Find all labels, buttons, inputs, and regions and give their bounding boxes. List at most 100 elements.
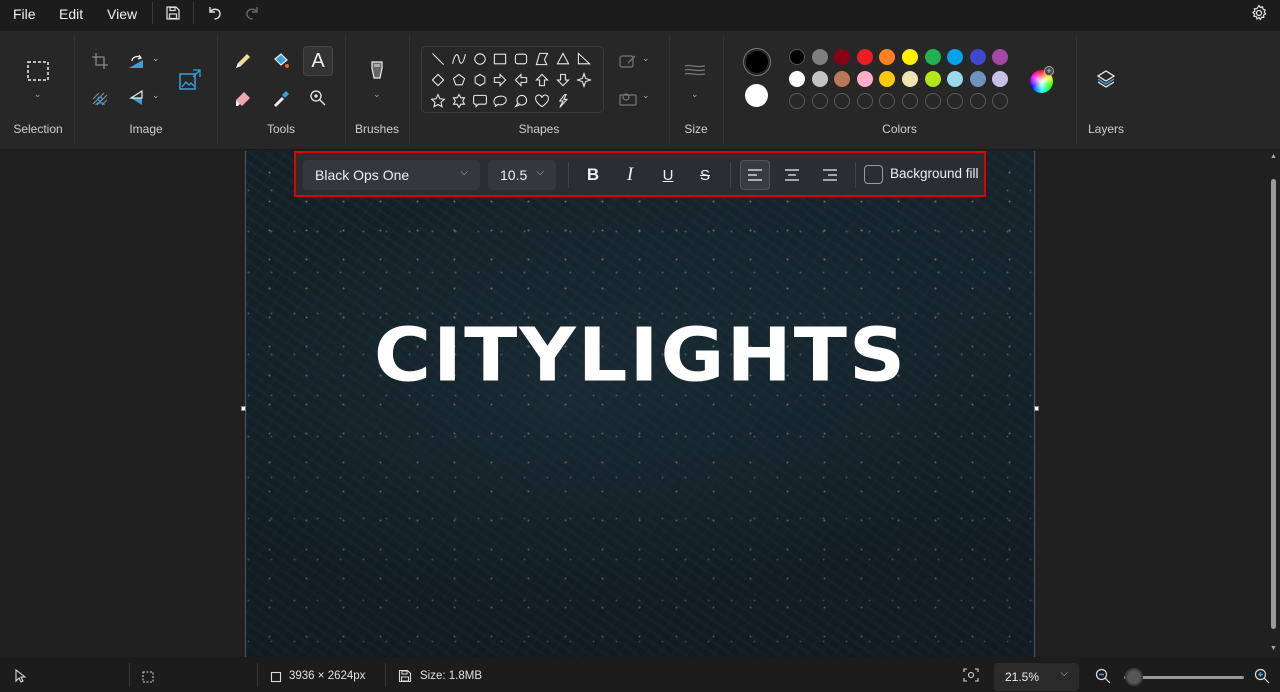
scroll-up-arrow[interactable]: ▲ [1270,153,1277,160]
hexagon-shape-icon[interactable] [470,70,490,90]
custom-color-slot[interactable] [902,93,918,109]
color-wheel-icon[interactable]: + [1030,66,1054,93]
eraser-icon[interactable] [228,83,258,113]
cloud-callout-shape-icon[interactable] [511,91,531,111]
rounded-callout-shape-icon[interactable] [470,91,490,111]
align-right-button[interactable] [815,160,845,190]
left-arrow-shape-icon[interactable] [511,70,531,90]
resize-handle-left[interactable] [241,406,246,411]
color-swatch[interactable] [969,71,986,87]
color-swatch[interactable] [902,71,918,87]
custom-color-slot[interactable] [879,93,896,109]
italic-button[interactable]: I [615,160,645,190]
layers-icon[interactable] [1091,64,1121,94]
custom-color-slot[interactable] [969,93,986,109]
curve-shape-icon[interactable] [449,49,469,69]
bold-button[interactable]: B [578,160,608,190]
right-arrow-shape-icon[interactable] [490,70,510,90]
save-icon[interactable] [161,2,185,24]
right-triangle-shape-icon[interactable] [574,49,594,69]
custom-color-slot[interactable] [834,93,851,109]
align-left-button[interactable] [740,160,770,190]
menu-view[interactable]: View [107,4,137,24]
line-shape-icon[interactable] [428,49,448,69]
zoom-level-dropdown[interactable]: 21.5% ⌵ [994,663,1079,691]
rotate-icon[interactable] [122,46,152,76]
color-swatch[interactable] [924,71,941,87]
magnifier-icon[interactable] [303,83,333,113]
redo-icon[interactable] [240,2,264,24]
resize-image-icon[interactable] [175,65,205,95]
chevron-down-icon[interactable]: ⌄ [152,90,160,101]
secondary-color-button[interactable] [745,84,768,107]
color-swatch[interactable] [947,71,964,87]
color-swatch[interactable] [879,71,896,87]
undo-icon[interactable] [203,2,227,24]
lightning-shape-icon[interactable] [553,91,573,111]
color-swatch[interactable] [924,49,941,65]
chevron-down-icon[interactable]: ⌄ [152,53,160,64]
stroke-size-icon[interactable] [680,56,710,86]
color-swatch[interactable] [811,49,828,65]
custom-color-slot[interactable] [924,93,941,109]
font-family-dropdown[interactable]: Black Ops One ⌵ [303,160,480,190]
chevron-down-icon[interactable]: ⌄ [691,89,699,100]
oval-callout-shape-icon[interactable] [490,91,510,111]
primary-color-button[interactable] [743,48,771,76]
custom-color-slot[interactable] [992,93,1009,109]
menu-edit[interactable]: Edit [59,4,83,24]
text-tool-icon[interactable]: A [303,46,333,76]
zoom-in-icon[interactable] [1254,668,1270,689]
color-swatch[interactable] [947,49,964,65]
color-swatch[interactable] [902,49,918,65]
custom-color-slot[interactable] [856,93,873,109]
chevron-down-icon[interactable]: ⌄ [642,90,650,101]
color-swatch[interactable] [811,71,828,87]
selection-button[interactable] [23,56,53,86]
color-swatch[interactable] [834,71,851,87]
oval-shape-icon[interactable] [470,49,490,69]
up-arrow-shape-icon[interactable] [532,70,552,90]
color-swatch[interactable] [789,49,805,65]
custom-color-slot[interactable] [811,93,828,109]
pencil-icon[interactable] [228,46,258,76]
background-fill-checkbox[interactable] [864,165,883,184]
canvas-text[interactable]: CITYLIGHTS [246,313,1035,399]
zoom-slider-thumb[interactable] [1125,668,1144,686]
color-picker-icon[interactable] [266,83,296,113]
strikethrough-button[interactable]: S [690,160,720,190]
settings-icon[interactable] [1247,2,1271,24]
vertical-scrollbar[interactable]: ▲ ▼ [1269,153,1279,656]
color-swatch[interactable] [856,49,873,65]
font-size-dropdown[interactable]: 10.5 ⌵ [488,160,556,190]
six-point-star-shape-icon[interactable] [449,91,469,111]
polygon-shape-icon[interactable] [532,49,552,69]
color-swatch[interactable] [789,71,805,87]
color-swatch[interactable] [834,49,851,65]
color-swatch[interactable] [856,71,873,87]
color-swatch[interactable] [969,49,986,65]
rectangle-shape-icon[interactable] [490,49,510,69]
add-color-icon[interactable]: + [1044,66,1054,76]
shape-fill-icon[interactable] [613,83,643,113]
image-canvas[interactable]: CITYLIGHTS [246,151,1035,657]
rounded-rectangle-shape-icon[interactable] [511,49,531,69]
chevron-down-icon[interactable]: ⌄ [642,53,650,64]
diamond-shape-icon[interactable] [428,70,448,90]
zoom-out-icon[interactable] [1095,668,1111,689]
color-swatch[interactable] [992,49,1009,65]
four-point-star-shape-icon[interactable] [574,70,594,90]
brush-icon[interactable] [362,56,392,86]
custom-color-slot[interactable] [789,93,805,109]
pentagon-shape-icon[interactable] [449,70,469,90]
color-swatch[interactable] [879,49,896,65]
scrollbar-thumb[interactable] [1271,179,1276,629]
menu-file[interactable]: File [13,4,36,24]
remove-background-icon[interactable] [85,83,115,113]
shape-outline-icon[interactable] [613,46,643,76]
down-arrow-shape-icon[interactable] [553,70,573,90]
triangle-shape-icon[interactable] [553,49,573,69]
resize-handle-right[interactable] [1034,406,1039,411]
flip-icon[interactable] [122,83,152,113]
crop-icon[interactable] [85,46,115,76]
